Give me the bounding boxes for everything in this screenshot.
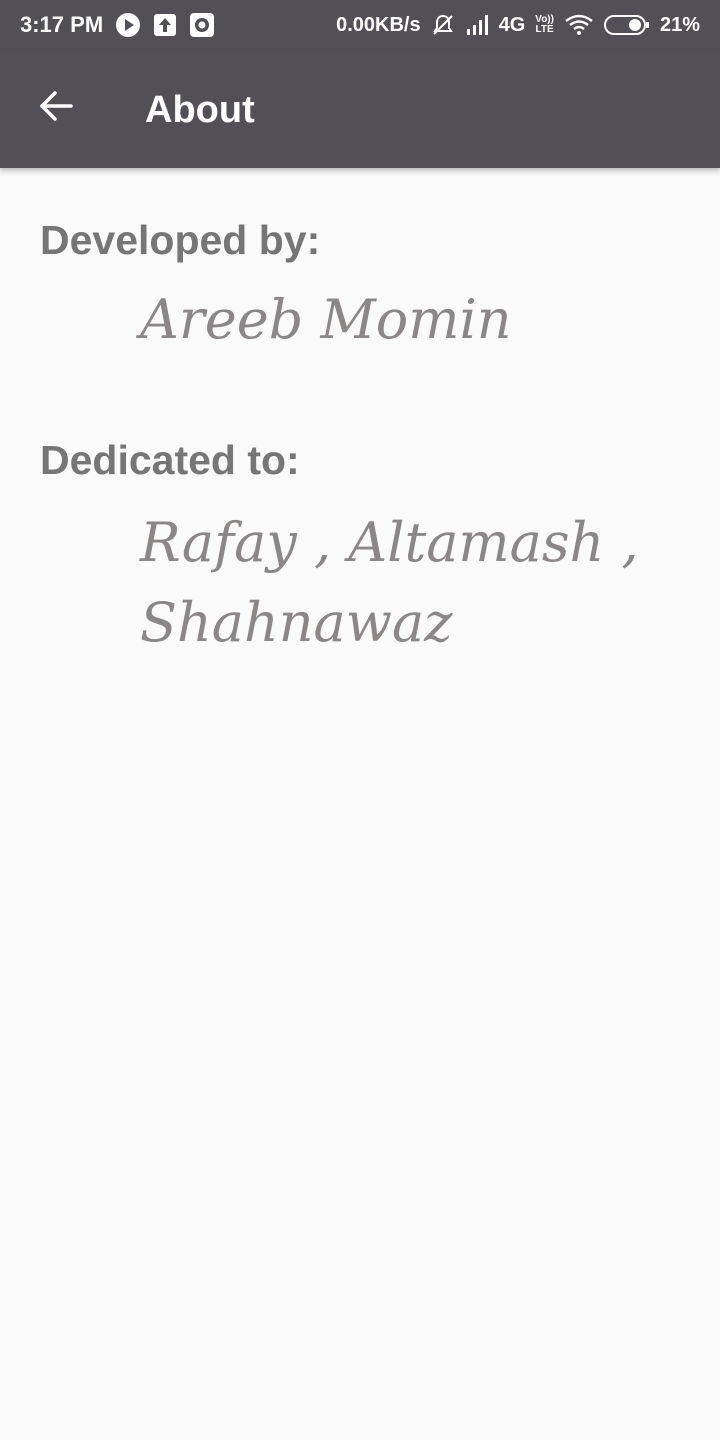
arrow-left-icon bbox=[40, 91, 73, 121]
page-title: About bbox=[145, 89, 255, 131]
volte-bottom: LTE bbox=[535, 24, 554, 35]
dedicated-to-label: Dedicated to: bbox=[40, 437, 300, 483]
dedicated-names-line1: Rafay , Altamash , bbox=[140, 511, 639, 574]
app-bar: About bbox=[0, 50, 720, 168]
upload-icon bbox=[153, 13, 177, 37]
status-left-group: 3:17 PM bbox=[20, 0, 227, 50]
developer-name: Areeb Momin bbox=[140, 288, 512, 351]
signal-icon bbox=[465, 14, 489, 36]
mute-alarm-icon bbox=[431, 13, 455, 37]
developed-by-label: Developed by: bbox=[40, 217, 321, 263]
network-speed: 0.00KB/s bbox=[336, 13, 421, 36]
play-icon bbox=[115, 12, 141, 38]
battery-percent: 21% bbox=[659, 13, 700, 36]
status-right-group: 0.00KB/s 4G Vo)) LTE 21% bbox=[326, 0, 700, 50]
about-screen: 3:17 PM 0.00KB/s 4G Vo)) LTE 21% About D… bbox=[0, 0, 720, 1440]
network-type: 4G bbox=[498, 13, 526, 36]
battery-icon bbox=[603, 14, 650, 36]
dedicated-names-line2: Shahnawaz bbox=[140, 591, 453, 654]
status-time: 3:17 PM bbox=[20, 12, 104, 37]
record-icon bbox=[189, 12, 215, 38]
back-button[interactable] bbox=[26, 76, 86, 136]
status-bar: 3:17 PM 0.00KB/s 4G Vo)) LTE 21% bbox=[0, 0, 720, 50]
wifi-icon bbox=[564, 14, 594, 36]
volte-indicator: Vo)) LTE bbox=[535, 15, 554, 35]
